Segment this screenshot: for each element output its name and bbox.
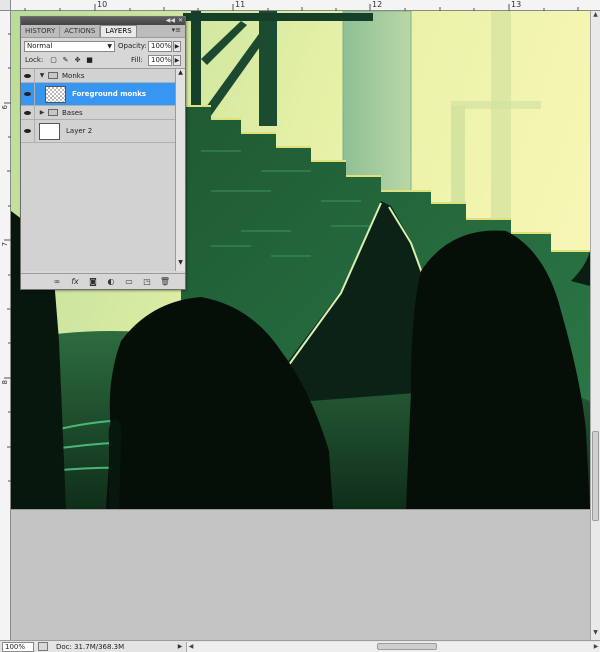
layer-list-scrollbar[interactable]: ▲ ▼ (175, 69, 185, 271)
left-ruler[interactable]: 6 7 8 (0, 11, 11, 640)
pasteboard (11, 509, 590, 641)
vertical-scroll-thumb[interactable] (592, 431, 599, 521)
layer-thumbnail (39, 122, 60, 140)
panel-tabs: HISTORY ACTIONS LAYERS ▾≡ (21, 25, 185, 38)
status-preview-icon[interactable] (38, 642, 48, 651)
visibility-eye-icon[interactable] (21, 120, 35, 142)
panel-footer: ∞ fx ◙ ◐ ▭ ◳ 🗑 (21, 273, 185, 289)
scroll-left-arrow-icon[interactable]: ◀ (187, 642, 195, 651)
lock-position-icon[interactable]: ✥ (73, 56, 82, 65)
lock-transparency-icon[interactable]: ▢ (49, 56, 58, 65)
fill-slider-arrow-icon[interactable]: ▶ (173, 55, 181, 66)
horizontal-scroll-thumb[interactable] (377, 642, 437, 650)
close-panel-icon[interactable]: ✕ (178, 17, 183, 25)
mask-icon[interactable]: ◙ (87, 277, 99, 286)
lock-image-icon[interactable]: ✎ (61, 56, 70, 65)
ruler-label-8: 8 (1, 380, 9, 385)
panel-titlebar[interactable]: ◀◀ ✕ (21, 17, 185, 25)
scroll-down-arrow-icon[interactable]: ▼ (592, 629, 599, 637)
scroll-down-arrow-icon[interactable]: ▼ (176, 259, 185, 267)
vertical-scrollbar[interactable]: ▲ ▼ (590, 11, 600, 640)
layer-list: ▼ Monks Foreground monks ▶ Bases Layer 2 (21, 69, 175, 271)
chevron-down-icon: ▼ (107, 43, 112, 50)
ruler-label-12: 12 (372, 0, 383, 9)
ruler-label-6: 6 (1, 105, 9, 110)
top-ruler[interactable]: 10 11 12 13 (0, 0, 600, 11)
opacity-label: Opacity: (118, 42, 147, 50)
lock-row: Lock: ▢ ✎ ✥ ■ Fill: 100% ▶ (21, 54, 185, 69)
layer-row-monks[interactable]: ▼ Monks (21, 69, 175, 83)
adjustment-icon[interactable]: ◐ (105, 277, 117, 286)
opacity-slider-arrow-icon[interactable]: ▶ (173, 41, 181, 52)
visibility-eye-icon[interactable] (21, 69, 35, 82)
tab-history[interactable]: HISTORY (21, 26, 61, 37)
scroll-up-arrow-icon[interactable]: ▲ (592, 11, 599, 19)
panel-menu-icon[interactable]: ▾≡ (172, 26, 181, 34)
scroll-up-arrow-icon[interactable]: ▲ (176, 69, 185, 77)
ruler-label-11: 11 (235, 0, 246, 9)
layer-thumbnail (45, 85, 66, 103)
ruler-label-7: 7 (1, 242, 9, 247)
collapse-panel-icon[interactable]: ◀◀ (166, 17, 175, 25)
layer-row-layer-2[interactable]: Layer 2 (21, 120, 175, 143)
layer-name: Foreground monks (72, 90, 147, 98)
visibility-eye-icon[interactable] (21, 83, 35, 105)
doc-info: Doc: 31.7M/368.3M (56, 642, 125, 651)
fill-field[interactable]: 100% (148, 55, 172, 66)
trash-icon[interactable]: 🗑 (159, 277, 171, 286)
folder-icon (48, 72, 58, 79)
layer-row-foreground-monks[interactable]: Foreground monks (21, 83, 175, 106)
expand-triangle-icon[interactable]: ▼ (38, 72, 46, 79)
folder-icon (48, 109, 58, 116)
status-menu-arrow-icon[interactable]: ▶ (176, 643, 184, 650)
scroll-right-arrow-icon[interactable]: ▶ (592, 642, 600, 651)
status-bar: 100% Doc: 31.7M/368.3M ▶ ◀ ▶ (0, 640, 600, 652)
blend-mode-value: Normal (27, 42, 53, 50)
link-icon[interactable]: ∞ (51, 277, 63, 286)
zoom-field[interactable]: 100% (2, 641, 34, 652)
tab-layers[interactable]: LAYERS (100, 25, 137, 37)
opacity-field[interactable]: 100% (148, 41, 172, 52)
blend-mode-select[interactable]: Normal ▼ (24, 41, 115, 52)
layer-name: Bases (62, 108, 83, 117)
new-layer-icon[interactable]: ◳ (141, 277, 153, 286)
blend-row: Normal ▼ Opacity: 100% ▶ (21, 38, 185, 54)
layers-panel: ◀◀ ✕ HISTORY ACTIONS LAYERS ▾≡ Normal ▼ … (20, 16, 186, 290)
tab-actions[interactable]: ACTIONS (60, 26, 101, 37)
new-group-icon[interactable]: ▭ (123, 277, 135, 286)
fx-icon[interactable]: fx (69, 277, 81, 286)
ruler-label-10: 10 (97, 0, 108, 9)
lock-all-icon[interactable]: ■ (85, 56, 94, 65)
fill-label: Fill: (131, 56, 143, 64)
ruler-label-13: 13 (511, 0, 522, 9)
horizontal-scrollbar[interactable]: ◀ ▶ (186, 641, 600, 652)
layer-name: Monks (62, 71, 85, 80)
lock-label: Lock: (25, 56, 44, 64)
collapse-triangle-icon[interactable]: ▶ (38, 109, 46, 116)
layer-name: Layer 2 (66, 127, 93, 135)
layer-row-bases[interactable]: ▶ Bases (21, 106, 175, 120)
ruler-origin[interactable] (0, 0, 11, 11)
visibility-eye-icon[interactable] (21, 106, 35, 119)
